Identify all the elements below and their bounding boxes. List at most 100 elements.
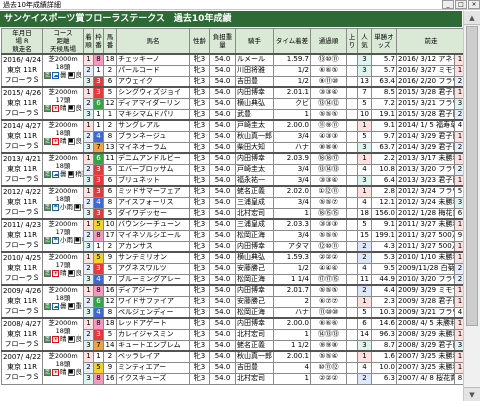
prev-race-cell[interactable]: 2014/ 3/29 君子蘭 bbox=[396, 141, 455, 154]
jockey-cell[interactable]: 吉田豊 bbox=[235, 361, 274, 374]
horse-name-cell[interactable]: ディアジーナ bbox=[116, 284, 190, 297]
vertical-scrollbar[interactable]: ▲ ▼ bbox=[463, 11, 480, 401]
horse-name-cell[interactable]: ミンティエアー bbox=[116, 361, 190, 374]
race-name[interactable]: フローラＳ bbox=[3, 108, 42, 118]
jockey-cell[interactable]: 柴田大知 bbox=[235, 141, 274, 154]
race-name[interactable]: フローラＳ bbox=[3, 372, 42, 382]
prev-race-cell[interactable]: 2016/ 2/20 フラワ bbox=[396, 75, 455, 88]
jockey-cell[interactable]: 蛯名正義 bbox=[235, 185, 274, 198]
horse-name-cell[interactable]: ブランネージュ bbox=[116, 130, 190, 143]
scroll-up-icon[interactable]: ▲ bbox=[464, 11, 480, 25]
horse-name-cell[interactable]: チェッキーノ bbox=[116, 53, 190, 66]
horse-name-cell[interactable]: バウンシーチューン bbox=[116, 218, 190, 231]
jockey-cell[interactable]: 北村宏司 bbox=[235, 207, 274, 220]
prev-race-cell[interactable]: 2015/ 3/28 君子蘭 bbox=[396, 108, 455, 121]
jockey-cell[interactable]: 内田博幸 bbox=[235, 240, 274, 253]
horse-name-cell[interactable]: ワイドサファイア bbox=[116, 295, 190, 308]
prev-race-cell[interactable]: 2011/ 3/27 500万 bbox=[396, 240, 455, 253]
prev-race-cell[interactable]: 2012/ 3/24 未勝利 bbox=[396, 196, 455, 209]
race-name[interactable]: フローラＳ bbox=[3, 240, 42, 250]
prev-race-cell[interactable]: 2009/ 3/29 ミモザ bbox=[396, 284, 455, 297]
jockey-cell[interactable]: 松岡正海 bbox=[235, 229, 274, 242]
prev-race-cell[interactable]: 2013/ 3/23 君子蘭 bbox=[396, 174, 455, 187]
jockey-cell[interactable]: ルメール bbox=[235, 53, 274, 66]
prev-race-cell[interactable]: 2009/ 3/21 フラワ bbox=[396, 306, 455, 319]
horse-name-cell[interactable]: イクスキューズ bbox=[116, 372, 190, 385]
horse-name-cell[interactable]: ブルーミングアレー bbox=[116, 273, 190, 286]
jockey-cell[interactable]: 内田博幸 bbox=[235, 317, 274, 330]
race-name[interactable]: フローラＳ bbox=[3, 174, 42, 184]
scroll-down-icon[interactable]: ▼ bbox=[464, 387, 480, 401]
prev-race-cell[interactable]: 2007/ 3/25 未勝利 bbox=[396, 361, 455, 374]
prev-race-cell[interactable]: 2013/ 3/17 未勝利 bbox=[396, 152, 455, 165]
jockey-cell[interactable]: 安藤勝己 bbox=[235, 295, 274, 308]
jockey-cell[interactable]: 内田博幸 bbox=[235, 152, 274, 165]
horse-name-cell[interactable]: アグネスワルツ bbox=[116, 262, 190, 275]
jockey-cell[interactable]: 福永祐一 bbox=[235, 174, 274, 187]
horse-name-cell[interactable]: シングウィズジョイ bbox=[116, 86, 190, 99]
horse-name-cell[interactable]: アカンサス bbox=[116, 240, 190, 253]
jockey-cell[interactable]: 内田博幸 bbox=[235, 86, 274, 99]
jockey-cell[interactable]: 三浦皇成 bbox=[235, 218, 274, 231]
jockey-cell[interactable]: 秋山真一郎 bbox=[235, 350, 274, 363]
jockey-cell[interactable]: 松岡正海 bbox=[235, 306, 274, 319]
jockey-cell[interactable]: 安藤勝己 bbox=[235, 262, 274, 275]
prev-race-cell[interactable]: 2010/ 3/20 フラワ bbox=[396, 273, 455, 286]
jockey-cell[interactable]: 吉田豊 bbox=[235, 75, 274, 88]
jockey-cell[interactable]: 横山典弘 bbox=[235, 251, 274, 264]
prev-race-cell[interactable]: 2008/ 3/29 君子蘭 bbox=[396, 339, 455, 352]
prev-race-cell[interactable]: 2009/ 3/28 君子蘭 bbox=[396, 295, 455, 308]
prev-race-cell[interactable]: 2016/ 3/27 ミモザ bbox=[396, 64, 455, 77]
prev-race-cell[interactable]: 2014/ 1/ 5 福寿草 bbox=[396, 119, 455, 132]
horse-name-cell[interactable]: ブリュネット bbox=[116, 174, 190, 187]
horse-name-cell[interactable]: ディアマイダーリン bbox=[116, 97, 190, 110]
jockey-cell[interactable]: 蛯名正義 bbox=[235, 339, 274, 352]
prev-race-cell[interactable]: 2011/ 3/27 500万 bbox=[396, 229, 455, 242]
race-name[interactable]: フローラＳ bbox=[3, 306, 42, 316]
prev-race-cell[interactable]: 2016/ 3/12 アネモ bbox=[396, 53, 455, 66]
prev-race-cell[interactable]: 2015/ 3/21 フラワ bbox=[396, 97, 455, 110]
close-button[interactable]: × bbox=[468, 0, 480, 9]
horse-name-cell[interactable]: カレイジャスミン bbox=[116, 328, 190, 341]
prev-race-cell[interactable]: 2011/ 3/27 未勝利 bbox=[396, 218, 455, 231]
jockey-cell[interactable]: 横山典弘 bbox=[235, 97, 274, 110]
horse-name-cell[interactable]: ミッドサマーフェア bbox=[116, 185, 190, 198]
prev-race-cell[interactable]: 2007/ 4/ 8 桜花賞 bbox=[396, 372, 455, 385]
jockey-cell[interactable]: 戸崎圭太 bbox=[235, 119, 274, 132]
prev-race-cell[interactable]: 2008/ 3/29 未勝利 bbox=[396, 328, 455, 341]
prev-race-cell[interactable]: 2010/ 1/10 未勝利 bbox=[396, 251, 455, 264]
prev-race-cell[interactable]: 2012/ 3/24 フラワ bbox=[396, 185, 455, 198]
horse-name-cell[interactable]: マイネソルシエール bbox=[116, 229, 190, 242]
horse-name-cell[interactable]: ペルジェンディー bbox=[116, 306, 190, 319]
horse-name-cell[interactable]: エバーブロッサム bbox=[116, 163, 190, 176]
race-name[interactable]: フローラＳ bbox=[3, 75, 42, 85]
prev-race-cell[interactable]: 2007/ 3/25 未勝利 bbox=[396, 350, 455, 363]
horse-name-cell[interactable]: キュートエンブレム bbox=[116, 339, 190, 352]
horse-name-cell[interactable]: アイスフォーリス bbox=[116, 196, 190, 209]
horse-name-cell[interactable]: レッドアゲート bbox=[116, 317, 190, 330]
jockey-cell[interactable]: 秋山真一郎 bbox=[235, 130, 274, 143]
race-name[interactable]: フローラＳ bbox=[3, 339, 42, 349]
horse-name-cell[interactable]: サンテミリオン bbox=[116, 251, 190, 264]
race-name[interactable]: フローラＳ bbox=[3, 273, 42, 283]
jockey-cell[interactable]: 三浦皇成 bbox=[235, 196, 274, 209]
horse-name-cell[interactable]: ベッラレイア bbox=[116, 350, 190, 363]
prev-race-cell[interactable]: 2008/ 4/ 5 未勝利 bbox=[396, 317, 455, 330]
horse-name-cell[interactable]: マイネオーラム bbox=[116, 141, 190, 154]
prev-race-cell[interactable]: 2015/ 3/28 君子蘭 bbox=[396, 86, 455, 99]
horse-name-cell[interactable]: パールコード bbox=[116, 64, 190, 77]
prev-race-cell[interactable]: 2014/ 3/29 君子蘭 bbox=[396, 130, 455, 143]
jockey-cell[interactable]: 戸崎圭太 bbox=[235, 163, 274, 176]
prev-race-cell[interactable]: 2013/ 3/20 フラワ bbox=[396, 163, 455, 176]
horse-name-cell[interactable]: サングレアル bbox=[116, 119, 190, 132]
horse-name-cell[interactable]: デニムアンドルビー bbox=[116, 152, 190, 165]
jockey-cell[interactable]: 武豊 bbox=[235, 108, 274, 121]
jockey-cell[interactable]: 北村宏司 bbox=[235, 328, 274, 341]
jockey-cell[interactable]: 松岡正海 bbox=[235, 273, 274, 286]
race-name[interactable]: フローラＳ bbox=[3, 207, 42, 217]
horse-name-cell[interactable]: マキシマムドパリ bbox=[116, 108, 190, 121]
horse-name-cell[interactable]: アウェイク bbox=[116, 75, 190, 88]
maximize-button[interactable]: □ bbox=[455, 0, 467, 9]
jockey-cell[interactable]: 内田博幸 bbox=[235, 284, 274, 297]
prev-race-cell[interactable]: 2012/ 1/28 梅花賞 bbox=[396, 207, 455, 220]
